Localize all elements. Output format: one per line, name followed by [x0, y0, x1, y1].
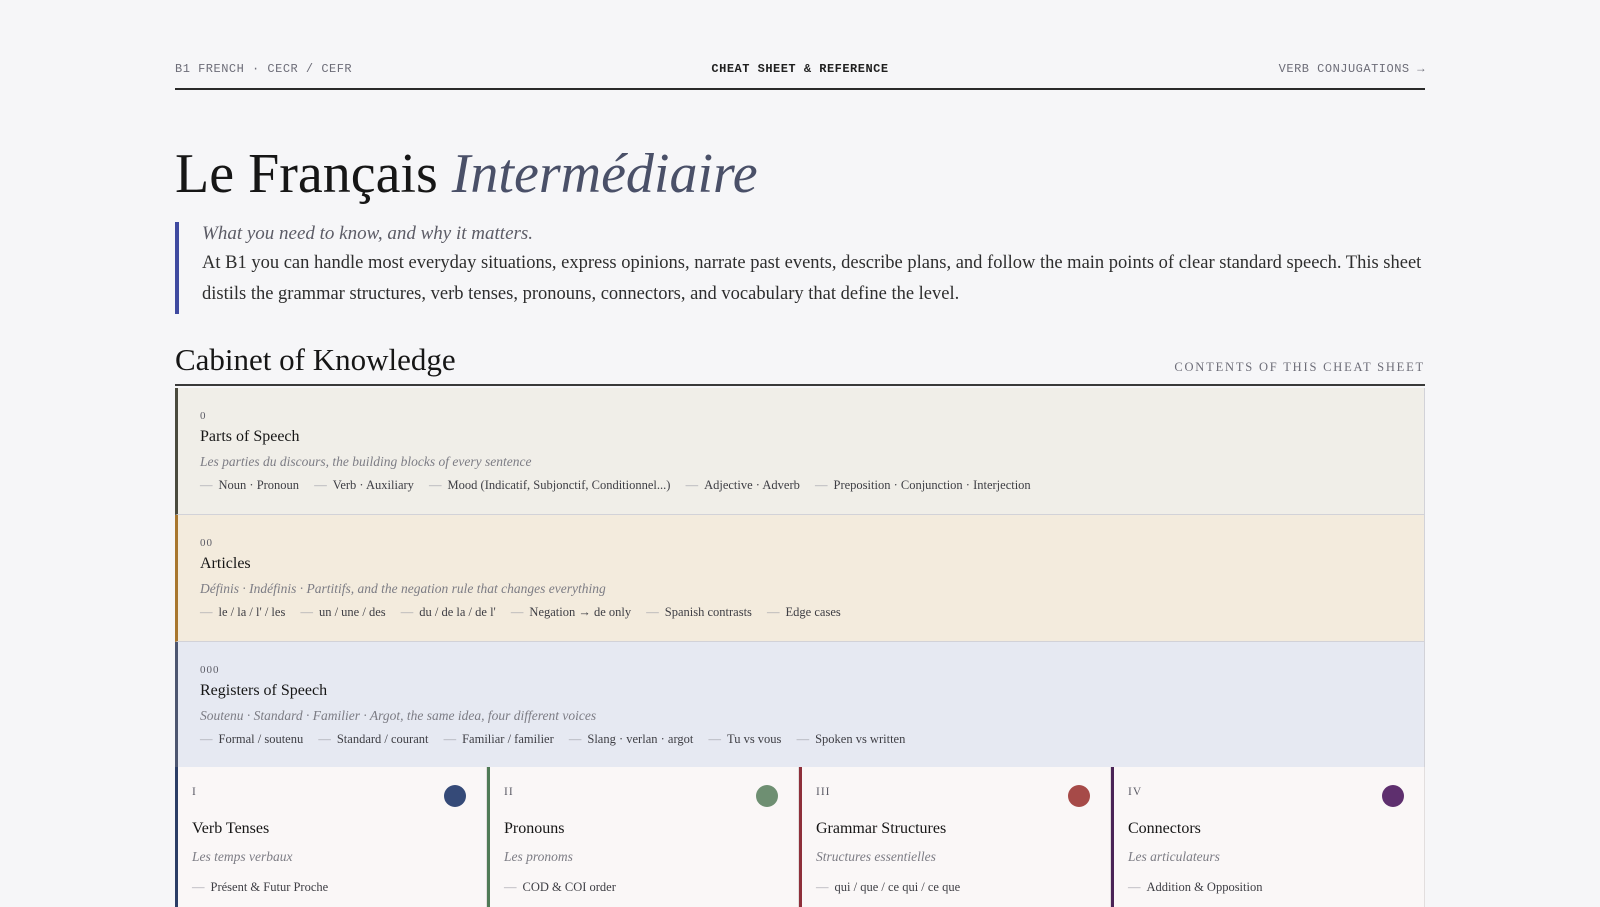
- intro-body: At B1 you can handle most everyday situa…: [202, 253, 1422, 304]
- card-title: Connectors: [1128, 820, 1201, 837]
- row-tag[interactable]: — Standard / courant: [318, 732, 428, 747]
- card-item[interactable]: — qui / que / ce qui / ce que: [816, 880, 960, 895]
- card-subtitle: Structures essentielles: [816, 849, 936, 864]
- card-title: Pronouns: [504, 820, 565, 837]
- row-tag[interactable]: — Verb · Auxiliary: [314, 478, 414, 493]
- row-tag[interactable]: — Slang · verlan · argot: [569, 732, 694, 747]
- intro-block: What you need to know, and why it matter…: [175, 222, 1425, 314]
- card-verb-tenses[interactable]: I Verb Tenses Les temps verbaux — Présent…: [175, 767, 487, 907]
- color-dot-icon: [444, 785, 466, 807]
- row-tag[interactable]: — Tu vs vous: [709, 732, 782, 747]
- row-number: 000: [200, 664, 220, 676]
- card-subtitle: Les articulateurs: [1128, 849, 1220, 864]
- card-number: III: [816, 786, 831, 798]
- row-tag[interactable]: — Negation → de only: [511, 605, 631, 620]
- card-number: II: [504, 786, 514, 798]
- color-dot-icon: [1068, 785, 1090, 807]
- page: B1 FRENCH · CECR / CEFR CHEAT SHEET & RE…: [175, 0, 1425, 907]
- section-meta: CONTENTS OF THIS CHEAT SHEET: [1174, 360, 1425, 374]
- contents-row-articles[interactable]: 00 Articles Définis · Indéfinis · Partit…: [175, 515, 1425, 642]
- color-dot-icon: [1382, 785, 1404, 807]
- card-item[interactable]: — Présent & Futur Proche: [192, 880, 328, 895]
- section-header: Cabinet of Knowledge CONTENTS OF THIS CH…: [175, 340, 1425, 386]
- row-description: Les parties du discours, the building bl…: [200, 454, 532, 469]
- row-description: Définis · Indéfinis · Partitifs, and the…: [200, 581, 606, 596]
- card-subtitle: Les temps verbaux: [192, 849, 293, 864]
- row-tag[interactable]: — Edge cases: [767, 605, 841, 620]
- row-description: Soutenu · Standard · Familier · Argot, t…: [200, 708, 597, 723]
- row-tag[interactable]: — Mood (Indicatif, Subjonctif, Conditionn…: [429, 478, 670, 493]
- row-tag[interactable]: — Spoken vs written: [797, 732, 906, 747]
- card-title: Grammar Structures: [816, 820, 947, 837]
- row-tag[interactable]: — Adjective · Adverb: [686, 478, 800, 493]
- row-tag[interactable]: — du / de la / de l': [401, 605, 496, 620]
- sheet-label: CHEAT SHEET & REFERENCE: [711, 62, 889, 76]
- row-tag[interactable]: — Familiar / familier: [444, 732, 554, 747]
- title-italic: Intermédiaire: [451, 143, 758, 205]
- top-bar: B1 FRENCH · CECR / CEFR CHEAT SHEET & RE…: [175, 58, 1425, 90]
- row-title: Parts of Speech: [200, 428, 300, 445]
- row-tags: — Formal / soutenu — Standard / courant — F…: [200, 732, 917, 747]
- card-grammar-structures[interactable]: III Grammar Structures Structures essent…: [799, 767, 1111, 907]
- card-item[interactable]: — COD & COI order: [504, 880, 616, 895]
- contents-row-registers-of-speech[interactable]: 000 Registers of Speech Soutenu · Standa…: [175, 642, 1425, 769]
- row-title: Articles: [200, 555, 251, 572]
- card-number: IV: [1128, 786, 1143, 798]
- page-title: Le Français Intermédiaire: [175, 142, 758, 206]
- card-connectors[interactable]: IV Connectors Les articulateurs — Additio…: [1111, 767, 1425, 907]
- row-number: 00: [200, 537, 213, 549]
- row-tag[interactable]: — Formal / soutenu: [200, 732, 303, 747]
- section-title: Cabinet of Knowledge: [175, 342, 456, 377]
- verb-conjugations-link[interactable]: VERB CONJUGATIONS →: [1279, 62, 1425, 76]
- row-tag[interactable]: — Noun · Pronoun: [200, 478, 299, 493]
- row-tags: — le / la / l' / les — un / une / des — du …: [200, 605, 853, 620]
- intro-kicker: What you need to know, and why it matter…: [202, 223, 534, 244]
- card-title: Verb Tenses: [192, 820, 270, 837]
- row-tag[interactable]: — le / la / l' / les: [200, 605, 285, 620]
- card-item[interactable]: — Addition & Opposition: [1128, 880, 1262, 895]
- title-main: Le Français: [175, 143, 438, 205]
- row-tag[interactable]: — Preposition · Conjunction · Interjectio…: [815, 478, 1031, 493]
- row-title: Registers of Speech: [200, 682, 328, 699]
- card-number: I: [192, 786, 197, 798]
- row-tag[interactable]: — Spanish contrasts: [646, 605, 752, 620]
- contents-row-parts-of-speech[interactable]: 0 Parts of Speech Les parties du discour…: [175, 388, 1425, 515]
- color-dot-icon: [756, 785, 778, 807]
- row-tags: — Noun · Pronoun — Verb · Auxiliary — Mood …: [200, 478, 1043, 493]
- chapter-cards: I Verb Tenses Les temps verbaux — Présent…: [175, 767, 1425, 907]
- row-tag[interactable]: — un / une / des: [300, 605, 385, 620]
- card-pronouns[interactable]: II Pronouns Les pronoms — COD & COI order: [487, 767, 799, 907]
- card-subtitle: Les pronoms: [504, 849, 573, 864]
- row-number: 0: [200, 410, 207, 422]
